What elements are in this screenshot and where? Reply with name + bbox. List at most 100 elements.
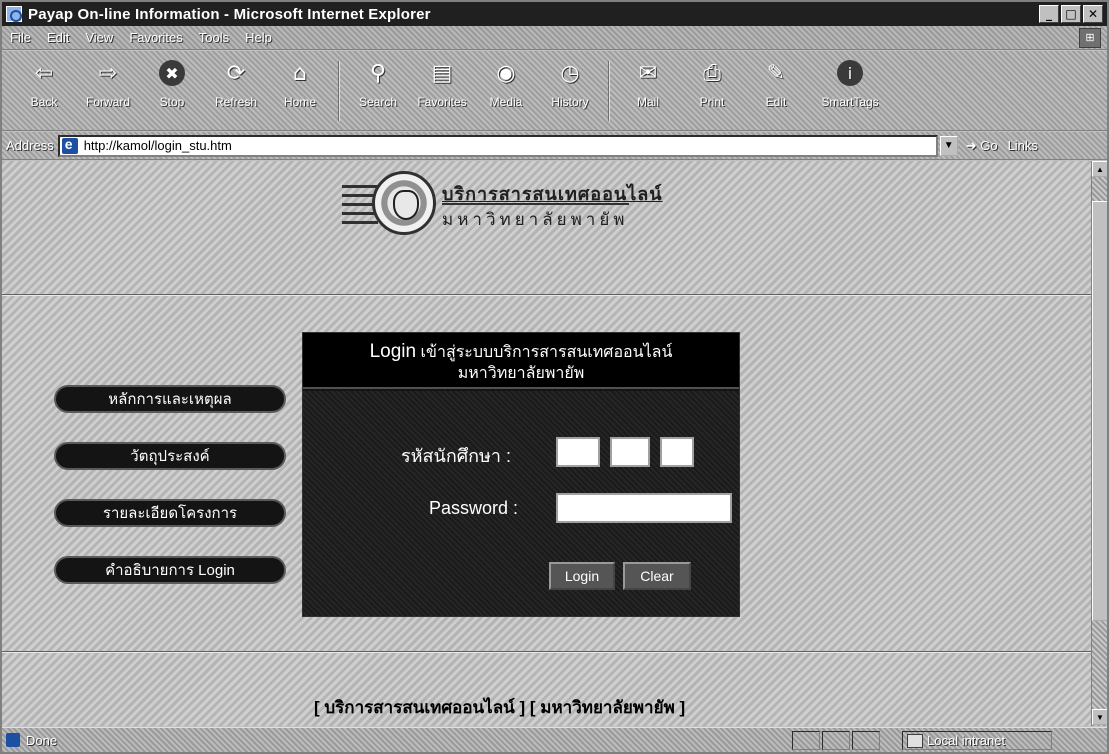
standard-toolbar: ⇦ Back ⇨ Forward ✖ Stop ⟳ Refresh ⌂ Home… [2, 51, 1107, 131]
status-cell [852, 730, 880, 750]
student-id-part1-input[interactable] [556, 437, 600, 467]
login-button[interactable]: Login [549, 562, 615, 590]
footer-links[interactable]: [ บริการสารสนเทศออนไลน์ ] [ มหาวิทยาลัยพ… [314, 694, 685, 721]
address-label: Address [6, 138, 54, 153]
mail-label: Mail [636, 95, 659, 109]
menu-tools[interactable]: Tools [199, 30, 229, 45]
media-label: Media [489, 95, 523, 109]
history-icon: ◷ [560, 60, 580, 86]
edit-button[interactable]: ✎ Edit [744, 51, 808, 127]
favorites-button[interactable]: ▤ Favorites [410, 51, 474, 127]
page-content: บริการสารสนเทศออนไลน์ มหาวิทยาลัยพายัพ ห… [2, 161, 1091, 726]
forward-label: Forward [85, 95, 130, 109]
mail-icon: ✉ [638, 60, 658, 86]
password-label: Password : [429, 498, 519, 518]
security-zone: Local intranet [902, 730, 1052, 750]
media-button[interactable]: ◉ Media [474, 51, 538, 127]
back-label: Back [30, 95, 58, 109]
back-button[interactable]: ⇦ Back [12, 51, 76, 127]
ie-icon [6, 6, 22, 22]
window-controls: _ □ ✕ [1039, 5, 1103, 23]
links-button[interactable]: Links [1008, 138, 1038, 153]
window-title: Payap On-line Information - Microsoft In… [28, 5, 431, 23]
browser-window: Payap On-line Information - Microsoft In… [0, 0, 1109, 754]
login-panel-header: Login เข้าสู่ระบบบริการสารสนเทศออนไลน์ ม… [303, 333, 739, 389]
smarttags-label: SmartTags [821, 95, 879, 109]
stop-button[interactable]: ✖ Stop [140, 51, 204, 127]
side-menu-project-details[interactable]: รายละเอียดโครงการ [54, 499, 286, 527]
info-icon: i [837, 60, 863, 86]
windows-logo-icon: ⊞ [1079, 28, 1101, 48]
menu-file[interactable]: File [10, 30, 31, 45]
address-dropdown-button[interactable]: ▼ [939, 135, 958, 156]
banner-subtitle: มหาวิทยาลัยพายัพ [442, 203, 629, 233]
menu-help[interactable]: Help [245, 30, 272, 45]
stop-icon: ✖ [159, 60, 185, 86]
favorites-label: Favorites [417, 95, 467, 109]
login-title-rest: เข้าสู่ระบบบริการสารสนเทศออนไลน์ [416, 344, 673, 361]
favorites-icon: ▤ [431, 60, 453, 86]
scroll-up-icon[interactable]: ▲ [1092, 161, 1107, 177]
toolbar-separator [608, 61, 610, 121]
back-arrow-icon: ⇦ [34, 60, 54, 86]
home-button[interactable]: ⌂ Home [268, 51, 332, 127]
minimize-button[interactable]: _ [1039, 5, 1059, 23]
status-cell [822, 730, 850, 750]
forward-arrow-icon: ⇨ [98, 60, 118, 86]
login-panel-body: รหัสนักศึกษา : Password : Login Clear [303, 391, 739, 616]
university-banner: บริการสารสนเทศออนไลน์ มหาวิทยาลัยพายัพ [342, 171, 742, 239]
menu-bar: File Edit View Favorites Tools Help ⊞ [2, 26, 1107, 50]
menu-edit[interactable]: Edit [47, 30, 69, 45]
maximize-button[interactable]: □ [1061, 5, 1081, 23]
menu-favorites[interactable]: Favorites [129, 30, 182, 45]
smarttags-button[interactable]: i SmartTags [808, 51, 892, 127]
close-button[interactable]: ✕ [1083, 5, 1103, 23]
search-label: Search [358, 95, 398, 109]
refresh-button[interactable]: ⟳ Refresh [204, 51, 268, 127]
login-title-bold: Login [369, 341, 417, 362]
home-icon: ⌂ [293, 60, 307, 86]
print-icon: ⎙ [703, 60, 721, 86]
title-bar: Payap On-line Information - Microsoft In… [2, 2, 1107, 26]
scroll-down-icon[interactable]: ▼ [1092, 709, 1107, 725]
side-menu-login-help[interactable]: คำอธิบายการ Login [54, 556, 286, 584]
search-icon: ⚲ [369, 60, 387, 86]
clear-button[interactable]: Clear [623, 562, 691, 590]
vertical-scrollbar[interactable]: ▲ ▼ [1091, 161, 1107, 726]
address-url: http://kamol/login_stu.htm [83, 138, 232, 153]
address-input[interactable]: http://kamol/login_stu.htm [57, 134, 938, 157]
print-label: Print [699, 95, 725, 109]
forward-button[interactable]: ⇨ Forward [76, 51, 140, 127]
student-id-part2-input[interactable] [610, 437, 650, 467]
media-icon: ◉ [496, 60, 516, 86]
search-button[interactable]: ⚲ Search [346, 51, 410, 127]
university-seal-icon [372, 171, 436, 235]
bottom-divider [2, 651, 1091, 653]
login-title-line2: มหาวิทยาลัยพายัพ [457, 365, 585, 382]
student-id-label: รหัสนักศึกษา : [401, 446, 512, 466]
print-button[interactable]: ⎙ Print [680, 51, 744, 127]
history-label: History [551, 95, 589, 109]
top-divider [2, 294, 1091, 296]
edit-label: Edit [765, 95, 787, 109]
student-id-part3-input[interactable] [660, 437, 694, 467]
side-menu-rationale[interactable]: หลักการและเหตุผล [54, 385, 286, 413]
page-icon [61, 136, 78, 154]
go-button[interactable]: ➜ Go [966, 138, 998, 154]
go-label: Go [980, 137, 998, 153]
mail-button[interactable]: ✉ Mail [616, 51, 680, 127]
menu-view[interactable]: View [85, 30, 113, 45]
login-panel: Login เข้าสู่ระบบบริการสารสนเทศออนไลน์ ม… [302, 332, 740, 617]
side-menu-objectives[interactable]: วัตถุประสงค์ [54, 442, 286, 470]
edit-icon: ✎ [766, 60, 786, 86]
refresh-icon: ⟳ [226, 60, 246, 86]
home-label: Home [283, 95, 316, 109]
status-text: Done [2, 732, 792, 748]
history-button[interactable]: ◷ History [538, 51, 602, 127]
stop-label: Stop [159, 95, 185, 109]
status-bar: Done Local intranet [2, 727, 1107, 752]
scroll-thumb[interactable] [1092, 201, 1107, 621]
toolbar-separator [338, 61, 340, 121]
refresh-label: Refresh [214, 95, 258, 109]
password-input[interactable] [556, 493, 732, 523]
